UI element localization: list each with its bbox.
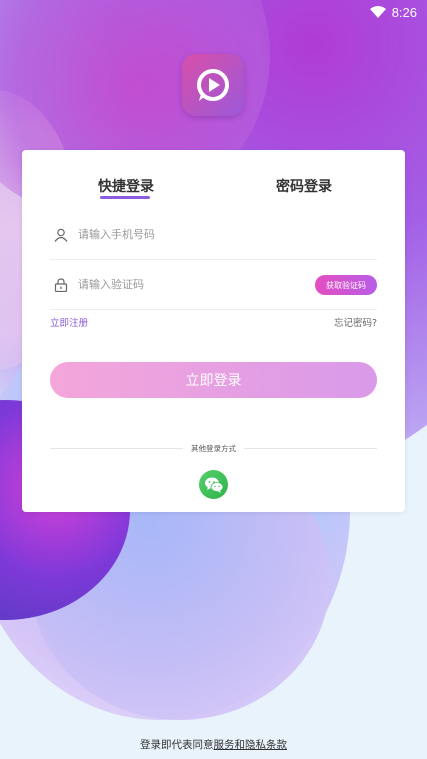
other-login-label: 其他登录方式 xyxy=(191,443,236,453)
terms-link[interactable]: 服务和隐私条款 xyxy=(214,739,288,751)
login-button[interactable]: 立即登录 xyxy=(50,362,377,398)
app-logo xyxy=(182,54,244,116)
divider-line xyxy=(50,447,183,449)
forgot-password-link[interactable]: 忘记密码? xyxy=(334,315,377,329)
phone-input[interactable] xyxy=(78,228,377,241)
get-code-button[interactable]: 获取验证码 xyxy=(315,275,377,295)
code-row: 获取验证码 xyxy=(50,260,377,310)
tab-quick-login[interactable]: 快捷登录 xyxy=(98,176,154,196)
phone-row xyxy=(50,210,377,260)
login-card: 快捷登录 密码登录 获取验证码 立即注册 忘记密码? 立即登录 其他登录 xyxy=(22,150,405,512)
lock-icon xyxy=(53,277,69,293)
terms-footer: 登录即代表同意服务和隐私条款 xyxy=(0,737,427,752)
auth-links: 立即注册 忘记密码? xyxy=(50,315,377,329)
status-time: 8:26 xyxy=(391,4,417,20)
other-login-divider: 其他登录方式 xyxy=(50,442,377,454)
active-tab-indicator xyxy=(100,196,150,199)
wifi-icon xyxy=(369,6,386,18)
wechat-icon xyxy=(204,477,223,493)
wechat-login-button[interactable] xyxy=(199,470,228,499)
terms-prefix: 登录即代表同意 xyxy=(140,739,214,751)
status-bar: 8:26 xyxy=(0,0,427,24)
play-logo-icon xyxy=(197,69,229,101)
login-tabs: 快捷登录 密码登录 xyxy=(22,176,405,200)
register-link[interactable]: 立即注册 xyxy=(50,315,88,329)
divider-line xyxy=(244,447,377,449)
tab-password-login[interactable]: 密码登录 xyxy=(276,176,332,196)
user-icon xyxy=(53,227,69,243)
